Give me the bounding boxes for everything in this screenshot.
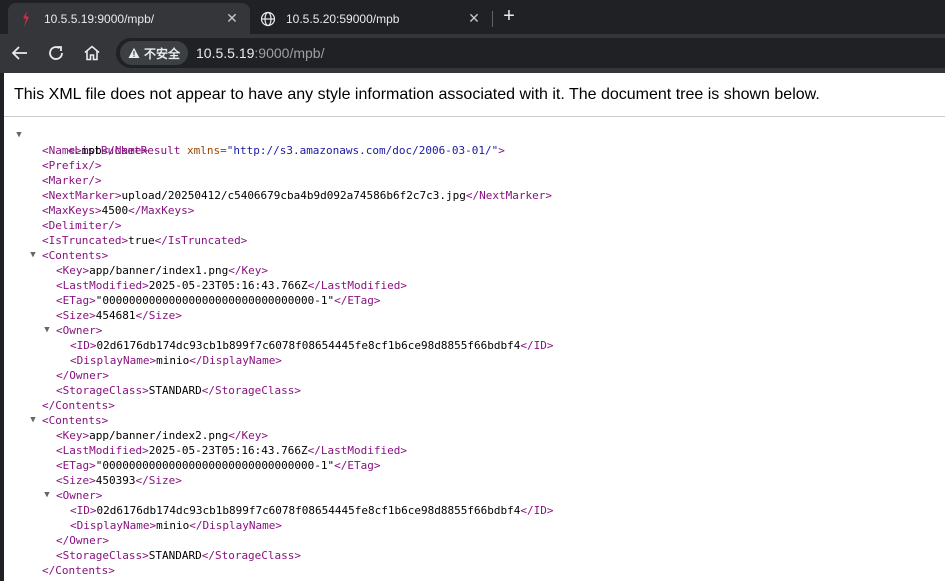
xml-contents-open: ▼ <Contents> (14, 248, 553, 263)
xml-size: <Size>450393</Size> (56, 474, 182, 487)
xml-owner-close: </Owner> (56, 534, 109, 547)
collapse-triangle-icon[interactable]: ▼ (28, 248, 38, 263)
xml-storage-class: <StorageClass>STANDARD</StorageClass> (56, 384, 302, 397)
close-tab-icon[interactable]: ✕ (224, 10, 240, 27)
xml-key: <Key>app/banner/index2.png</Key> (56, 429, 268, 442)
xml-size: <Size>454681</Size> (56, 309, 182, 322)
xml-display-name: <DisplayName>minio</DisplayName> (70, 354, 282, 367)
tab-inactive[interactable]: 10.5.5.20:59000/mpb ✕ (250, 3, 492, 34)
close-tab-icon[interactable]: ✕ (466, 10, 482, 27)
xml-is-truncated: <IsTruncated>true</IsTruncated> (42, 234, 248, 247)
xml-contents-close: </Contents> (42, 564, 115, 577)
globe-icon (260, 11, 276, 27)
back-button[interactable] (6, 39, 34, 67)
tab-strip: 10.5.5.19:9000/mpb/ ✕ 10.5.5.20:59000/mp… (0, 0, 945, 34)
page-content: This XML file does not appear to have an… (4, 73, 945, 581)
collapse-triangle-icon[interactable]: ▼ (42, 488, 52, 503)
xml-owner-id: <ID>02d6176db174dc93cb1b899f7c6078f08654… (70, 339, 554, 352)
xml-max-keys: <MaxKeys>4500</MaxKeys> (42, 204, 195, 217)
xml-contents-close: </Contents> (42, 399, 115, 412)
back-arrow-icon (11, 46, 27, 60)
xml-prefix: <Prefix/> (42, 159, 102, 172)
xml-delimiter: <Delimiter/> (42, 219, 122, 232)
xml-marker: <Marker/> (42, 174, 102, 187)
collapse-triangle-icon[interactable]: ▼ (28, 413, 38, 428)
xml-info-message: This XML file does not appear to have an… (4, 73, 945, 117)
browser-toolbar: 不安全 10.5.5.19:9000/mpb/ (0, 34, 945, 73)
collapse-triangle-icon[interactable]: ▼ (42, 323, 52, 338)
xml-owner-id: <ID>02d6176db174dc93cb1b899f7c6078f08654… (70, 504, 554, 517)
url-host: 10.5.5.19 (196, 45, 255, 61)
xml-last-modified: <LastModified>2025-05-23T05:16:43.766Z</… (56, 279, 408, 292)
collapse-triangle-icon[interactable]: ▼ (14, 128, 24, 143)
xml-display-name: <DisplayName>minio</DisplayName> (70, 519, 282, 532)
security-chip[interactable]: 不安全 (120, 41, 189, 65)
home-button[interactable] (78, 39, 106, 67)
tab-separator (492, 11, 493, 27)
url-text: 10.5.5.19:9000/mpb/ (196, 45, 324, 61)
minio-favicon-icon (18, 10, 34, 27)
home-icon (84, 45, 100, 61)
url-path: :9000/mpb/ (254, 45, 325, 61)
xml-etag: <ETag>"00000000000000000000000000000000-… (56, 294, 381, 307)
xml-owner-close: </Owner> (56, 369, 109, 382)
xml-owner-open: ▼ <Owner> (14, 323, 553, 338)
address-bar[interactable]: 不安全 10.5.5.19:9000/mpb/ (116, 38, 945, 68)
xml-root-open: ▼ <ListBucketResult xmlns="http://s3.amaz… (14, 128, 553, 157)
new-tab-button[interactable]: + (498, 5, 520, 27)
reload-icon (49, 46, 63, 60)
security-label: 不安全 (144, 46, 181, 61)
xml-name: <Name>mpb</Name> (42, 144, 148, 157)
tab-title: 10.5.5.19:9000/mpb/ (44, 11, 155, 26)
xml-storage-class: <StorageClass>STANDARD</StorageClass> (56, 549, 302, 562)
xml-last-modified: <LastModified>2025-05-23T05:16:43.766Z</… (56, 444, 408, 457)
tab-active[interactable]: 10.5.5.19:9000/mpb/ ✕ (8, 3, 250, 34)
warning-icon (128, 47, 140, 59)
xml-tree: ▼ <ListBucketResult xmlns="http://s3.amaz… (14, 128, 553, 578)
tab-title: 10.5.5.20:59000/mpb (286, 11, 400, 26)
xml-owner-open: ▼ <Owner> (14, 488, 553, 503)
xml-etag: <ETag>"00000000000000000000000000000000-… (56, 459, 381, 472)
xml-contents-open: ▼ <Contents> (14, 413, 553, 428)
reload-button[interactable] (42, 39, 70, 67)
xml-next-marker: <NextMarker>upload/20250412/c5406679cba4… (42, 189, 552, 202)
xml-key: <Key>app/banner/index1.png</Key> (56, 264, 268, 277)
